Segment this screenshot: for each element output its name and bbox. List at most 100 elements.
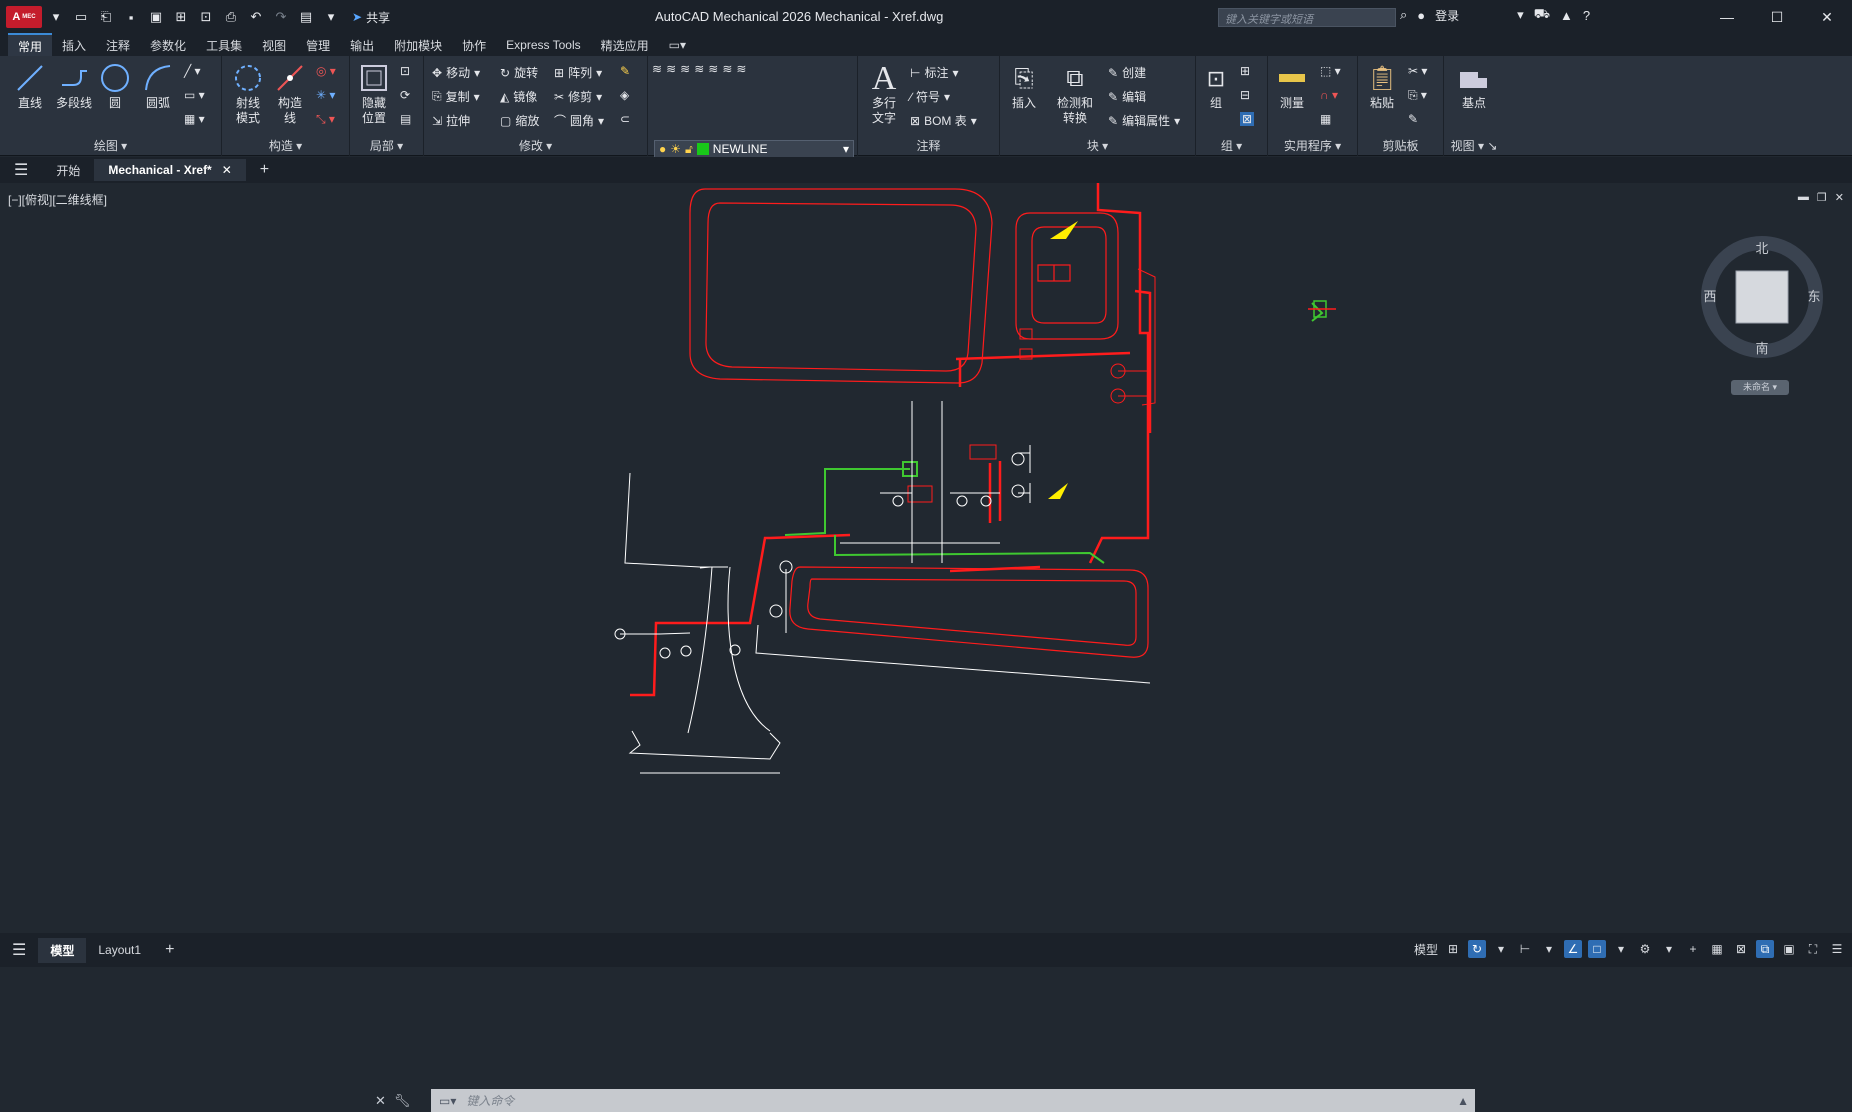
copy-button[interactable]: ⎘ 复制 ▾ (432, 88, 480, 105)
snap-mode-icon[interactable]: ↻ (1468, 940, 1486, 958)
open-web-icon[interactable]: ⊞ (170, 6, 192, 28)
compass-east[interactable]: 东 (1807, 289, 1820, 304)
layout-tab-model[interactable]: 模型 (38, 937, 87, 963)
utilities-select-icon[interactable]: ⬚ ▾ (1320, 64, 1341, 78)
symbol-button[interactable]: ∕ 符号 ▾ (910, 88, 950, 105)
construct-center-icon[interactable]: ✳ ▾ (316, 88, 335, 102)
settings-gear-icon[interactable]: ⚙ (1636, 940, 1654, 958)
osnap-dropdown-icon[interactable]: ▾ (1612, 940, 1630, 958)
layer-previous-icon[interactable]: ≋ (694, 62, 704, 76)
hatch-icon[interactable]: ▦ ▾ (184, 112, 205, 126)
paste-button[interactable]: 📋︎ 粘贴 (1362, 62, 1402, 111)
layer-match-icon[interactable]: ≋ (680, 62, 690, 76)
close-tab-icon[interactable]: ✕ (222, 163, 232, 177)
copy-clip-icon[interactable]: ⎘ ▾ (1408, 88, 1427, 103)
minimize-button[interactable]: — (1702, 0, 1752, 34)
layer-properties-icon[interactable]: ≋ (652, 62, 662, 76)
share-button[interactable]: ➤ 共享 (352, 9, 390, 26)
maximize-button[interactable]: ☐ (1752, 0, 1802, 34)
save-as-icon[interactable]: ▣ (145, 6, 167, 28)
hide-position-button[interactable]: 隐藏 位置 (354, 62, 394, 126)
edit-attributes-button[interactable]: ✎ 编辑属性 ▾ (1108, 112, 1180, 129)
file-tab-start[interactable]: 开始 (42, 158, 94, 183)
array-button[interactable]: ⊞ 阵列 ▾ (554, 64, 602, 81)
compass-north[interactable]: 北 (1755, 241, 1768, 256)
edit-polyline-icon[interactable]: ✎ (620, 64, 630, 78)
group-edit-icon[interactable]: ⊟ (1240, 88, 1250, 102)
tab-view[interactable]: 视图 (252, 34, 296, 57)
utilities-magnet-icon[interactable]: ∩ ▾ (1320, 88, 1338, 102)
compass-west[interactable]: 西 (1703, 289, 1716, 304)
mirror-button[interactable]: ◭ 镜像 (500, 88, 537, 105)
polyline-button[interactable]: 多段线 (54, 62, 94, 111)
new-layout-icon[interactable]: + (153, 937, 186, 963)
calculator-icon[interactable]: ▦ (1320, 112, 1331, 126)
base-point-button[interactable]: 基点 (1454, 62, 1494, 111)
redo-icon[interactable]: ↷ (270, 6, 292, 28)
panel-draw-title[interactable]: 绘图 ▾ (0, 137, 221, 154)
cart-icon[interactable]: ⛟ (1534, 6, 1550, 24)
command-close-icon[interactable]: ✕ (375, 1093, 386, 1109)
move-button[interactable]: ✥ 移动 ▾ (432, 64, 480, 81)
gear-dropdown-icon[interactable]: ▾ (1660, 940, 1678, 958)
annotation-monitor-icon[interactable]: ⊠ (1732, 940, 1750, 958)
construct-trim-icon[interactable]: ⤡ ▾ (316, 112, 335, 127)
detail-view-icon[interactable]: ▤ (400, 112, 411, 126)
check-convert-button[interactable]: ⧉ 检测和 转换 (1052, 62, 1098, 126)
layer-isolate-icon[interactable]: ≋ (708, 62, 718, 76)
plus-icon[interactable]: + (1684, 940, 1702, 958)
measure-button[interactable]: 测量 (1272, 62, 1312, 111)
customize-status-icon[interactable]: ☰ (1828, 940, 1846, 958)
cut-icon[interactable]: ✂ ▾ (1408, 64, 1427, 78)
create-block-button[interactable]: ✎ 创建 (1108, 64, 1146, 81)
customize-qat-icon[interactable]: ▾ (320, 6, 342, 28)
help-icon[interactable]: ? (1583, 8, 1590, 23)
search-input[interactable]: 键入关键字或短语 (1218, 8, 1396, 27)
arc-button[interactable]: 圆弧 (138, 62, 178, 111)
dimension-button[interactable]: ⊢ 标注 ▾ (910, 64, 959, 81)
tab-annotate[interactable]: 注释 (96, 34, 140, 57)
circle-button[interactable]: 圆 (95, 62, 135, 111)
model-space-toggle[interactable]: 模型 (1414, 941, 1438, 958)
new-tab-icon[interactable]: + (246, 157, 283, 183)
snap-dropdown-icon[interactable]: ▾ (1492, 940, 1510, 958)
ungroup-icon[interactable]: ⊞ (1240, 64, 1250, 78)
group-button[interactable]: ⊡ 组 (1198, 62, 1234, 111)
panel-construct-title[interactable]: 构造 ▾ (222, 137, 349, 154)
command-input[interactable]: ▭▾ 键入命令 ▲ (431, 1089, 1475, 1112)
tab-featured-apps[interactable]: 精选应用 (591, 34, 659, 57)
login-dropdown-icon[interactable]: ▾ (1517, 7, 1524, 23)
stretch-button[interactable]: ⇲ 拉伸 (432, 112, 470, 129)
save-icon[interactable]: ▪ (120, 6, 142, 28)
print-icon[interactable]: ⎙ (220, 6, 242, 28)
command-history-icon[interactable]: ▲ (1457, 1094, 1469, 1108)
line-button[interactable]: 直线 (10, 62, 50, 111)
hardware-accel-icon[interactable]: ▣ (1780, 940, 1798, 958)
ray-mode-button[interactable]: 射线 模式 (228, 62, 268, 126)
drawing-canvas[interactable] (0, 183, 1852, 933)
search-icon[interactable]: ⌕ (1400, 7, 1407, 23)
panel-utilities-title[interactable]: 实用程序 ▾ (1268, 137, 1357, 154)
construction-line-icon[interactable]: ╱ ▾ (184, 64, 201, 78)
file-tab-active[interactable]: Mechanical - Xref* ✕ (94, 159, 246, 181)
ucs-dropdown[interactable]: 未命名 ▾ (1731, 380, 1789, 395)
app-menu-chevron-icon[interactable]: ▾ (45, 6, 67, 28)
command-customize-icon[interactable]: 🔧︎ (394, 1093, 411, 1109)
workspace-icon[interactable]: ▤ (295, 6, 317, 28)
explode-icon[interactable]: ◈ (620, 88, 629, 102)
layer-dropdown[interactable]: ● ☀ 🔓︎ NEWLINE ▾ (654, 140, 854, 158)
tab-addins[interactable]: 附加模块 (384, 34, 452, 57)
open-file-icon[interactable]: ⎗ (95, 6, 117, 28)
undo-icon[interactable]: ↶ (245, 6, 267, 28)
detail-zoom-icon[interactable]: ⊡ (400, 64, 410, 78)
panel-group-title[interactable]: 组 ▾ (1196, 137, 1267, 154)
ribbon-minimize-icon[interactable]: ▭▾ (659, 35, 696, 55)
isolate-objects-icon[interactable]: ⧉ (1756, 940, 1774, 958)
tab-express-tools[interactable]: Express Tools (496, 35, 590, 55)
fullscreen-icon[interactable]: ⛶ (1804, 940, 1822, 958)
offset-icon[interactable]: ⊂ (620, 112, 630, 126)
viewcube[interactable]: 北 南 东 西 (1700, 235, 1824, 359)
file-tabs-menu-icon[interactable]: ☰ (0, 156, 42, 184)
match-props-icon[interactable]: ✎ (1408, 112, 1418, 126)
tab-parametric[interactable]: 参数化 (140, 34, 196, 57)
